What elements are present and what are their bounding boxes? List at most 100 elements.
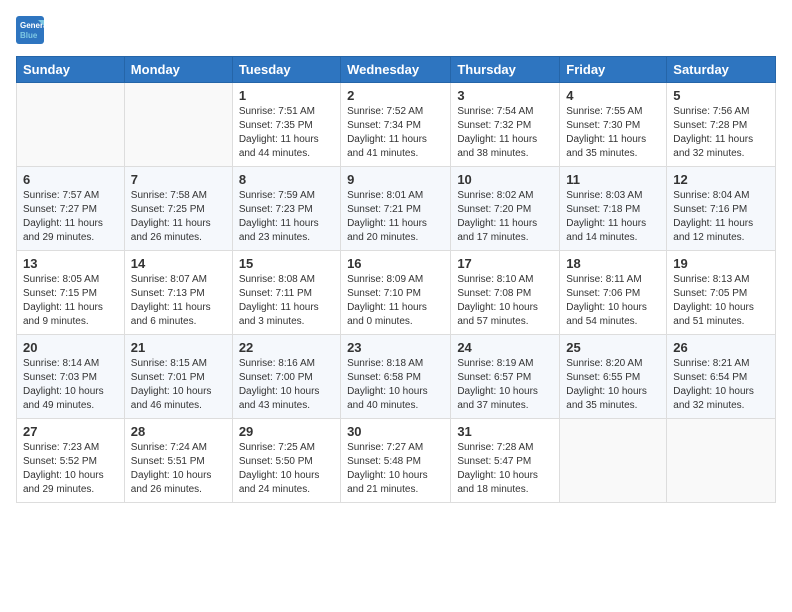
sunset-text: Sunset: 7:27 PM [23, 203, 118, 217]
daylight-text: Daylight: 11 hours and 23 minutes. [239, 217, 334, 245]
sunset-text: Sunset: 7:30 PM [566, 119, 660, 133]
daylight-text: Daylight: 11 hours and 3 minutes. [239, 301, 334, 329]
sunrise-text: Sunrise: 7:56 AM [673, 105, 769, 119]
sunrise-text: Sunrise: 7:58 AM [131, 189, 226, 203]
day-number: 21 [131, 340, 226, 355]
calendar-week-row: 13Sunrise: 8:05 AMSunset: 7:15 PMDayligh… [17, 251, 776, 335]
day-info: Sunrise: 8:16 AMSunset: 7:00 PMDaylight:… [239, 357, 334, 413]
calendar-cell: 27Sunrise: 7:23 AMSunset: 5:52 PMDayligh… [17, 419, 125, 503]
daylight-text: Daylight: 10 hours and 32 minutes. [673, 385, 769, 413]
daylight-text: Daylight: 11 hours and 17 minutes. [457, 217, 553, 245]
calendar-cell: 1Sunrise: 7:51 AMSunset: 7:35 PMDaylight… [232, 83, 340, 167]
day-info: Sunrise: 8:18 AMSunset: 6:58 PMDaylight:… [347, 357, 444, 413]
daylight-text: Daylight: 11 hours and 38 minutes. [457, 133, 553, 161]
daylight-text: Daylight: 11 hours and 41 minutes. [347, 133, 444, 161]
calendar-cell: 9 Sunrise: 8:01 AMSunset: 7:21 PMDaylight… [341, 167, 451, 251]
day-number: 14 [131, 256, 226, 271]
day-info: Sunrise: 8:09 AMSunset: 7:10 PMDaylight:… [347, 273, 444, 329]
sunset-text: Sunset: 7:25 PM [131, 203, 226, 217]
sunset-text: Sunset: 7:35 PM [239, 119, 334, 133]
sunset-text: Sunset: 6:55 PM [566, 371, 660, 385]
calendar-cell: 13Sunrise: 8:05 AMSunset: 7:15 PMDayligh… [17, 251, 125, 335]
weekday-header-sunday: Sunday [17, 57, 125, 83]
day-number: 3 [457, 88, 553, 103]
calendar-cell: 15Sunrise: 8:08 AMSunset: 7:11 PMDayligh… [232, 251, 340, 335]
day-number: 24 [457, 340, 553, 355]
calendar-cell: 18Sunrise: 8:11 AMSunset: 7:06 PMDayligh… [560, 251, 667, 335]
day-number: 28 [131, 424, 226, 439]
daylight-text: Daylight: 10 hours and 54 minutes. [566, 301, 660, 329]
calendar-cell: 19Sunrise: 8:13 AMSunset: 7:05 PMDayligh… [667, 251, 776, 335]
day-number: 10 [457, 172, 553, 187]
page-header: General Blue [16, 16, 776, 46]
day-info: Sunrise: 8:14 AMSunset: 7:03 PMDaylight:… [23, 357, 118, 413]
calendar-cell: 5Sunrise: 7:56 AMSunset: 7:28 PMDaylight… [667, 83, 776, 167]
sunrise-text: Sunrise: 8:10 AM [457, 273, 553, 287]
sunset-text: Sunset: 5:52 PM [23, 455, 118, 469]
sunrise-text: Sunrise: 8:07 AM [131, 273, 226, 287]
day-number: 9 [347, 172, 444, 187]
day-info: Sunrise: 8:10 AMSunset: 7:08 PMDaylight:… [457, 273, 553, 329]
day-number: 31 [457, 424, 553, 439]
day-number: 6 [23, 172, 118, 187]
sunset-text: Sunset: 5:48 PM [347, 455, 444, 469]
sunset-text: Sunset: 5:47 PM [457, 455, 553, 469]
day-number: 11 [566, 172, 660, 187]
logo-icon: General Blue [16, 16, 46, 46]
calendar-cell: 24Sunrise: 8:19 AMSunset: 6:57 PMDayligh… [451, 335, 560, 419]
calendar-cell: 25Sunrise: 8:20 AMSunset: 6:55 PMDayligh… [560, 335, 667, 419]
day-number: 27 [23, 424, 118, 439]
sunrise-text: Sunrise: 8:04 AM [673, 189, 769, 203]
calendar-table: SundayMondayTuesdayWednesdayThursdayFrid… [16, 56, 776, 503]
sunrise-text: Sunrise: 7:27 AM [347, 441, 444, 455]
calendar-cell: 21 Sunrise: 8:15 AMSunset: 7:01 PMDayligh… [124, 335, 232, 419]
day-info: Sunrise: 7:27 AMSunset: 5:48 PMDaylight:… [347, 441, 444, 497]
day-number: 1 [239, 88, 334, 103]
day-number: 15 [239, 256, 334, 271]
day-info: Sunrise: 7:25 AMSunset: 5:50 PMDaylight:… [239, 441, 334, 497]
daylight-text: Daylight: 11 hours and 14 minutes. [566, 217, 660, 245]
day-info: Sunrise: 8:13 AMSunset: 7:05 PMDaylight:… [673, 273, 769, 329]
sunrise-text: Sunrise: 8:02 AM [457, 189, 553, 203]
day-info: Sunrise: 8:01 AMSunset: 7:21 PMDaylight:… [347, 189, 444, 245]
daylight-text: Daylight: 10 hours and 18 minutes. [457, 469, 553, 497]
sunrise-text: Sunrise: 8:14 AM [23, 357, 118, 371]
daylight-text: Daylight: 11 hours and 29 minutes. [23, 217, 118, 245]
sunset-text: Sunset: 7:21 PM [347, 203, 444, 217]
calendar-cell: 26Sunrise: 8:21 AMSunset: 6:54 PMDayligh… [667, 335, 776, 419]
calendar-cell: 14Sunrise: 8:07 AMSunset: 7:13 PMDayligh… [124, 251, 232, 335]
calendar-week-row: 27 Sunrise: 7:23 AMSunset: 5:52 PM Dayligh… [17, 419, 776, 503]
day-number: 25 [566, 340, 660, 355]
day-info: Sunrise: 7:58 AMSunset: 7:25 PMDaylight:… [131, 189, 226, 245]
day-info: Sunrise: 8:05 AMSunset: 7:15 PMDaylight:… [23, 273, 118, 329]
calendar-cell [667, 419, 776, 503]
calendar-cell: 23Sunrise: 8:18 AMSunset: 6:58 PMDayligh… [341, 335, 451, 419]
daylight-text: Daylight: 11 hours and 44 minutes. [239, 133, 334, 161]
sunrise-text: Sunrise: 8:08 AM [239, 273, 334, 287]
daylight-text: Daylight: 10 hours and 46 minutes. [131, 385, 226, 413]
calendar-cell: 3Sunrise: 7:54 AMSunset: 7:32 PMDaylight… [451, 83, 560, 167]
sunrise-text: Sunrise: 7:24 AM [131, 441, 226, 455]
calendar-cell: 22Sunrise: 8:16 AMSunset: 7:00 PMDayligh… [232, 335, 340, 419]
sunrise-text: Sunrise: 8:15 AM [131, 357, 226, 371]
daylight-text: Daylight: 11 hours and 32 minutes. [673, 133, 769, 161]
calendar-cell [560, 419, 667, 503]
day-info: Sunrise: 8:21 AMSunset: 6:54 PMDaylight:… [673, 357, 769, 413]
calendar-cell: 2Sunrise: 7:52 AMSunset: 7:34 PMDaylight… [341, 83, 451, 167]
daylight-text: Daylight: 10 hours and 37 minutes. [457, 385, 553, 413]
sunrise-text: Sunrise: 7:25 AM [239, 441, 334, 455]
sunset-text: Sunset: 7:23 PM [239, 203, 334, 217]
calendar-cell: 12Sunrise: 8:04 AMSunset: 7:16 PMDayligh… [667, 167, 776, 251]
day-info: Sunrise: 8:03 AMSunset: 7:18 PMDaylight:… [566, 189, 660, 245]
calendar-cell: 17Sunrise: 8:10 AMSunset: 7:08 PMDayligh… [451, 251, 560, 335]
daylight-text: Daylight: 10 hours and 26 minutes. [131, 469, 226, 497]
calendar-cell: 16Sunrise: 8:09 AMSunset: 7:10 PMDayligh… [341, 251, 451, 335]
daylight-text: Daylight: 10 hours and 40 minutes. [347, 385, 444, 413]
day-info: Sunrise: 8:15 AMSunset: 7:01 PMDaylight:… [131, 357, 226, 413]
calendar-cell: 7Sunrise: 7:58 AMSunset: 7:25 PMDaylight… [124, 167, 232, 251]
logo: General Blue [16, 16, 50, 46]
day-info: Sunrise: 7:59 AMSunset: 7:23 PMDaylight:… [239, 189, 334, 245]
calendar-cell: 28Sunrise: 7:24 AMSunset: 5:51 PMDayligh… [124, 419, 232, 503]
calendar-header-row: SundayMondayTuesdayWednesdayThursdayFrid… [17, 57, 776, 83]
sunrise-text: Sunrise: 7:23 AM [23, 441, 118, 455]
